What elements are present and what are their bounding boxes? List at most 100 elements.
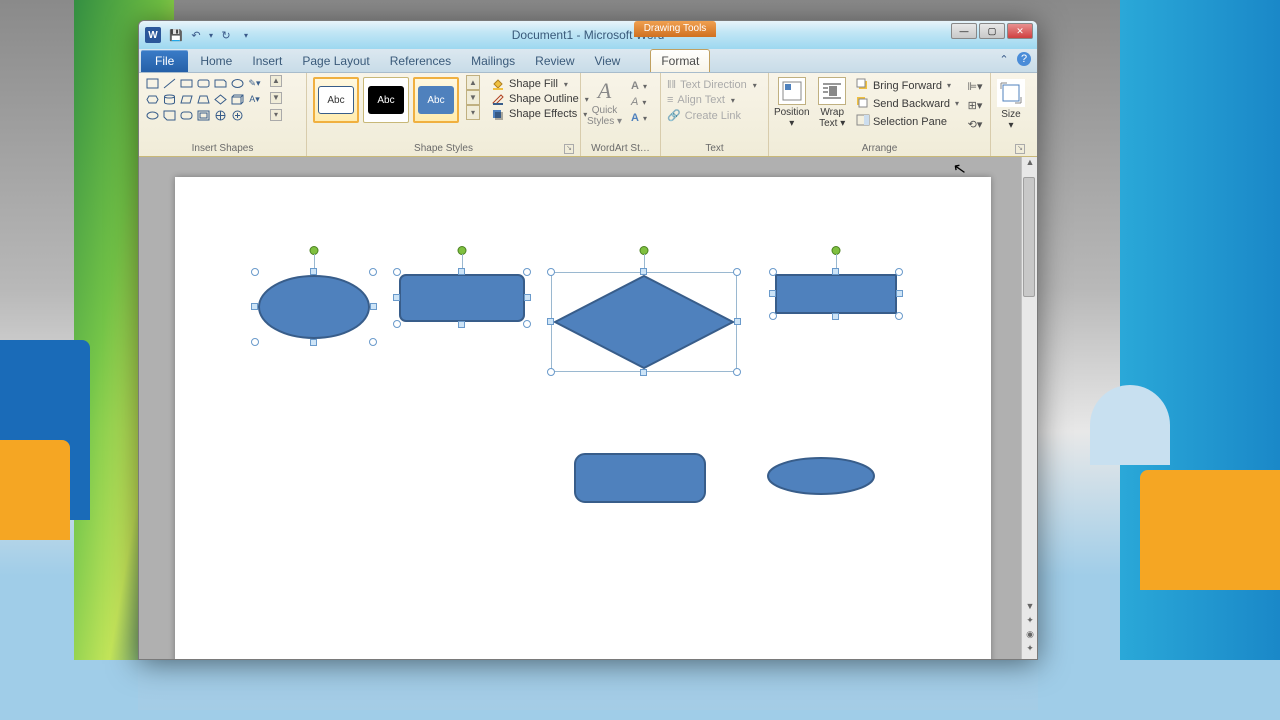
shape-edit-icon[interactable]: ✎▾ (247, 77, 262, 90)
resize-handle[interactable] (458, 268, 465, 275)
size-button[interactable]: Size▾ (995, 75, 1027, 131)
minimize-button[interactable]: — (951, 23, 977, 39)
resize-handle[interactable] (523, 268, 531, 276)
resize-handle[interactable] (523, 320, 531, 328)
shape-style-preset-1[interactable]: Abc (313, 77, 359, 123)
shape-rect-icon[interactable] (179, 77, 194, 90)
rotate-button[interactable]: ⟲▾ (964, 115, 986, 133)
text-effects-button[interactable]: A▾ (631, 111, 655, 125)
wrap-text-button[interactable]: WrapText ▾ (813, 75, 850, 129)
tab-home[interactable]: Home (190, 50, 242, 72)
resize-handle[interactable] (769, 290, 776, 297)
resize-handle[interactable] (769, 268, 777, 276)
text-fill-button[interactable]: A▾ (631, 79, 655, 93)
vertical-scrollbar[interactable]: ▲ ▼ ✦ ◉ ✦ (1021, 157, 1037, 659)
resize-handle[interactable] (733, 368, 741, 376)
gallery-up-button[interactable]: ▲ (270, 75, 282, 87)
shape-outline-button[interactable]: Shape Outline▾ (489, 92, 591, 106)
resize-handle[interactable] (524, 294, 531, 301)
scroll-thumb[interactable] (1023, 177, 1035, 297)
quick-styles-button[interactable]: A (591, 77, 619, 105)
group-button[interactable]: ⊞▾ (964, 96, 986, 114)
resize-handle[interactable] (370, 303, 377, 310)
scroll-up-button[interactable]: ▲ (1023, 157, 1037, 171)
help-button[interactable]: ? (1017, 52, 1031, 66)
resize-handle[interactable] (733, 268, 741, 276)
resize-handle[interactable] (369, 338, 377, 346)
shape-rect-selected[interactable] (773, 272, 899, 316)
shape-hexagon-icon[interactable] (145, 93, 160, 106)
shape-roundrect[interactable] (573, 452, 707, 504)
align-button[interactable]: ⊫▾ (964, 77, 986, 95)
shape-ellipse-icon[interactable] (145, 109, 160, 122)
page[interactable] (175, 177, 991, 659)
resize-handle[interactable] (832, 268, 839, 275)
shape-style-preset-2[interactable]: Abc (363, 77, 409, 123)
shapes-gallery[interactable]: ✎▾ A▾ (143, 75, 265, 126)
tab-format[interactable]: Format (650, 49, 710, 72)
tab-view[interactable]: View (585, 50, 631, 72)
shape-oval-icon[interactable] (230, 77, 245, 90)
shape-roundrect-selected[interactable] (397, 272, 527, 324)
resize-handle[interactable] (251, 338, 259, 346)
shape-effects-button[interactable]: Shape Effects▾ (489, 107, 591, 121)
resize-handle[interactable] (547, 318, 554, 325)
next-page-button[interactable]: ✦ (1023, 643, 1037, 657)
shape-ellipse-selected[interactable] (255, 272, 373, 342)
selection-pane-button[interactable]: Selection Pane (854, 113, 961, 130)
resize-handle[interactable] (896, 290, 903, 297)
maximize-button[interactable]: ▢ (979, 23, 1005, 39)
resize-handle[interactable] (547, 268, 555, 276)
tab-insert[interactable]: Insert (242, 50, 292, 72)
resize-handle[interactable] (310, 268, 317, 275)
text-outline-button[interactable]: A▾ (631, 95, 655, 109)
style-gallery-more[interactable]: ▾ (466, 105, 480, 120)
resize-handle[interactable] (251, 268, 259, 276)
shape-trapezoid-icon[interactable] (196, 93, 211, 106)
dialog-launcher[interactable]: ↘ (1015, 144, 1025, 154)
shape-style-preset-3[interactable]: Abc (413, 77, 459, 123)
shape-snip-icon[interactable] (213, 77, 228, 90)
shape-textbox2-icon[interactable]: A▾ (247, 93, 262, 106)
tab-review[interactable]: Review (525, 50, 584, 72)
shape-cross-icon[interactable] (213, 109, 228, 122)
document-area[interactable]: ▲ ▼ ✦ ◉ ✦ ↖ (139, 157, 1037, 659)
resize-handle[interactable] (895, 312, 903, 320)
style-gallery-down[interactable]: ▼ (466, 90, 480, 105)
shapes-more-icon[interactable] (247, 109, 262, 122)
tab-page-layout[interactable]: Page Layout (292, 50, 379, 72)
send-backward-button[interactable]: Send Backward▾ (854, 95, 961, 112)
shape-fill-button[interactable]: Shape Fill▾ (489, 77, 591, 91)
style-gallery-up[interactable]: ▲ (466, 75, 480, 90)
resize-handle[interactable] (393, 294, 400, 301)
shape-plus-icon[interactable] (230, 109, 245, 122)
scroll-down-button[interactable]: ▼ (1023, 601, 1037, 615)
shape-parallelogram-icon[interactable] (179, 93, 194, 106)
shape-ellipse[interactable] (765, 455, 877, 497)
shape-roundrect-icon[interactable] (196, 77, 211, 90)
resize-handle[interactable] (547, 368, 555, 376)
tab-file[interactable]: File (141, 50, 188, 72)
bring-forward-button[interactable]: Bring Forward▾ (854, 77, 961, 94)
gallery-more-button[interactable]: ▾ (270, 109, 282, 121)
shape-diamond-icon[interactable] (213, 93, 228, 106)
minimize-ribbon-button[interactable]: ⌃ (997, 52, 1011, 66)
resize-handle[interactable] (369, 268, 377, 276)
resize-handle[interactable] (458, 321, 465, 328)
resize-handle[interactable] (393, 268, 401, 276)
resize-handle[interactable] (895, 268, 903, 276)
shape-cylinder-icon[interactable] (162, 93, 177, 106)
resize-handle[interactable] (310, 339, 317, 346)
dialog-launcher[interactable]: ↘ (564, 144, 574, 154)
shape-frame-icon[interactable] (196, 109, 211, 122)
position-button[interactable]: Position▾ (773, 75, 810, 129)
tab-references[interactable]: References (380, 50, 461, 72)
shape-diamond-selected[interactable] (551, 272, 737, 372)
shape-folded-icon[interactable] (162, 109, 177, 122)
gallery-down-button[interactable]: ▼ (270, 92, 282, 104)
shape-textbox-icon[interactable] (145, 77, 160, 90)
shape-line-icon[interactable] (162, 77, 177, 90)
resize-handle[interactable] (251, 303, 258, 310)
shape-rounded-icon[interactable] (179, 109, 194, 122)
resize-handle[interactable] (769, 312, 777, 320)
